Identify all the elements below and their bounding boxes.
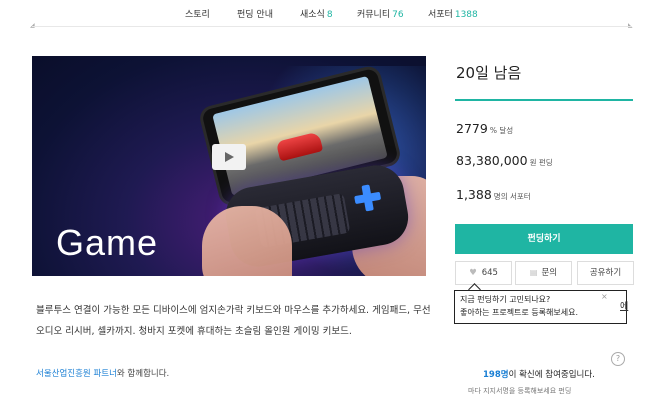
tab-funding-guide-label: 펀딩 안내 (237, 10, 273, 20)
tooltip-line2: 좋아하는 프로젝트로 등록해보세요. (460, 308, 579, 317)
percent-stat: 2779% 달성 (456, 121, 513, 136)
hero-video[interactable]: Game (32, 56, 426, 276)
project-tab-nav: ◢ 스토리 펀딩 안내 새소식8 커뮤니티76 서포터1388 ◣ (0, 0, 656, 30)
tab-community-label: 커뮤니티 (357, 10, 391, 20)
tab-news-label: 새소식 (300, 10, 325, 20)
amount-unit: 원 펀딩 (529, 158, 553, 167)
hero-caption: Game (56, 222, 159, 263)
fund-button[interactable]: 펀딩하기 (455, 224, 633, 254)
progress-bar (455, 99, 633, 101)
amount-value: 83,380,000 (456, 153, 528, 168)
like-button[interactable]: ♥ 645 (455, 261, 512, 285)
tab-supporters-label: 서포터 (428, 10, 453, 20)
proof-count: 198명 (483, 370, 509, 380)
race-car-image (275, 131, 324, 162)
tab-news[interactable]: 새소식 8 (300, 7, 333, 20)
tab-funding-guide[interactable]: 펀딩 안내 (237, 7, 273, 20)
like-count: 645 (481, 268, 498, 278)
inquiry-label: 문의 (541, 268, 558, 278)
amount-stat: 83,380,000 원 펀딩 (456, 153, 553, 168)
supporters-stat: 1,388 명의 서포터 (456, 187, 531, 202)
proof-subtext: 마다 지지서명을 등록해보세요 펀딩 (468, 387, 572, 395)
supporters-value: 1,388 (456, 187, 492, 202)
left-hand-image (202, 206, 292, 276)
tab-story[interactable]: 스토리 (185, 7, 210, 20)
percent-unit: % 달성 (489, 126, 514, 135)
partner-suffix: 와 함께합니다. (116, 369, 170, 379)
nav-divider (32, 26, 632, 27)
project-description: 블루투스 연결이 가능한 모든 디바이스에 엄지손가락 키보드와 마우스를 추가… (36, 305, 431, 337)
tab-supporters-count: 1388 (454, 10, 478, 20)
play-icon[interactable] (212, 144, 246, 170)
share-button[interactable]: 공유하기 (577, 261, 634, 285)
help-icon[interactable]: ? (611, 352, 625, 366)
partner-note: 서울산업진흥원 파트너와 함께합니다. (36, 367, 169, 379)
tab-supporters[interactable]: 서포터 1388 (428, 7, 478, 20)
heart-icon: ♥ (469, 268, 477, 278)
tab-news-count: 8 (326, 10, 333, 20)
dpad-icon (353, 183, 383, 213)
partner-link[interactable]: 서울산업진흥원 파트너 (36, 369, 117, 379)
side-link[interactable]: 에 (620, 299, 628, 312)
proof-text: 이 확신에 참여중입니다. (508, 370, 595, 380)
close-icon[interactable]: × (601, 292, 608, 301)
supporters-unit: 명의 서포터 (493, 192, 531, 201)
tab-community-count: 76 (392, 10, 404, 20)
social-proof: 198명이 확신에 참여중입니다. (483, 368, 595, 380)
inquiry-button[interactable]: ▤ 문의 (515, 261, 572, 285)
chat-icon: ▤ (529, 268, 538, 277)
days-left: 20일 남음 (456, 64, 522, 82)
tab-community[interactable]: 커뮤니티 76 (357, 7, 404, 20)
tab-story-label: 스토리 (185, 10, 210, 20)
percent-value: 2779 (456, 121, 488, 136)
